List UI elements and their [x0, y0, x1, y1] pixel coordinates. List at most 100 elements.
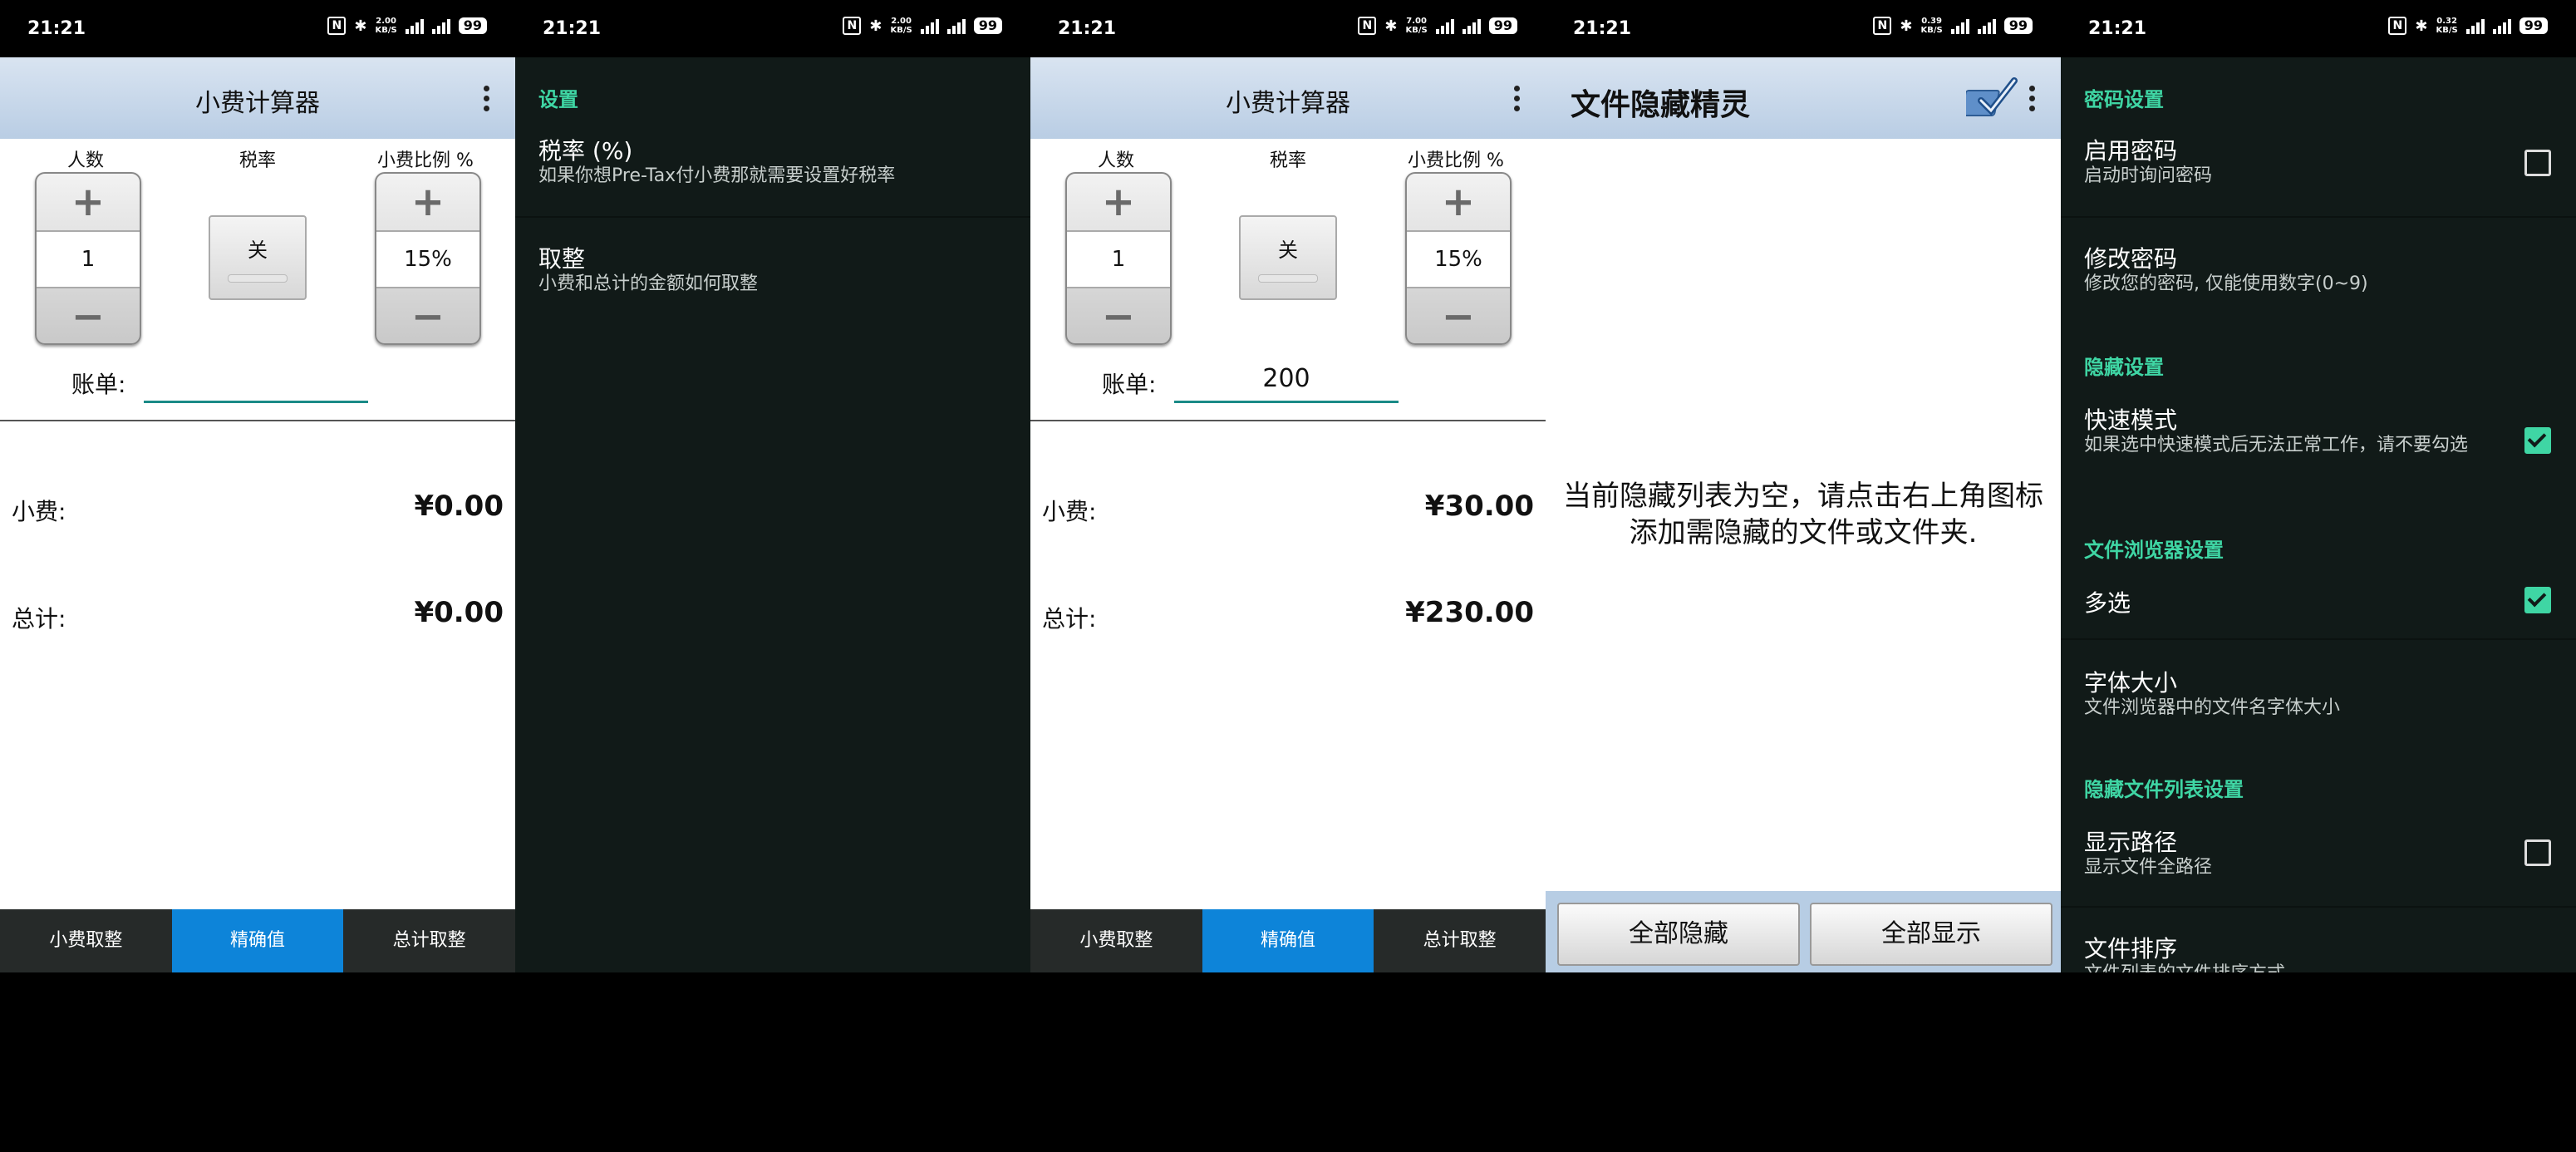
tip-percent-stepper: + 15% −	[375, 172, 481, 345]
tab-round-total[interactable]: 总计取整	[343, 909, 515, 972]
divider	[0, 420, 515, 421]
tab-exact[interactable]: 精确值	[1202, 909, 1374, 972]
nfc-icon: N	[843, 17, 862, 35]
empty-message-line-1: 当前隐藏列表为空，请点击右上角图标	[1563, 480, 2043, 513]
signal-icon-2	[2492, 17, 2511, 34]
bluetooth-icon: ✱	[1900, 17, 1913, 35]
setting-title: 修改密码	[2084, 245, 2178, 273]
section-password: 密码设置	[2084, 88, 2164, 111]
tip-label: 小费:	[1042, 498, 1097, 525]
signal-icon-2	[431, 17, 450, 34]
minus-icon[interactable]: −	[1067, 288, 1170, 345]
tax-label: 税率	[1269, 150, 1306, 171]
signal-icon	[1435, 17, 1454, 34]
tax-label: 税率	[238, 150, 276, 171]
setting-subtitle: 如果你想Pre-Tax付小费那就需要设置好税率	[538, 165, 896, 186]
setting-fast-mode[interactable]: 快速模式 如果选中快速模式后无法正常工作，请不要勾选	[2061, 402, 2576, 510]
network-speed: 0.32 KB/S	[2436, 17, 2458, 35]
tab-round-tip[interactable]: 小费取整	[1030, 909, 1202, 972]
settings-section-header: 设置	[538, 88, 578, 111]
app-bar: 小费计算器	[1030, 57, 1546, 139]
rounding-tabs: 小费取整 精确值 总计取整	[0, 909, 515, 972]
tip-calculator-screen-1: 21:21 N ✱ 2.00 KB/S 99 小费计算器 人数 税率 小费比例 …	[0, 0, 515, 972]
show-path-checkbox[interactable]	[2524, 839, 2551, 866]
setting-change-password[interactable]: 修改密码 修改您的密码, 仅能使用数字(0~9)	[2061, 241, 2576, 316]
tax-toggle[interactable]: 关	[209, 215, 307, 300]
tax-toggle-label: 关	[248, 239, 268, 262]
enable-password-checkbox[interactable]	[2524, 150, 2551, 176]
action-button-bar: 全部隐藏 全部显示	[1546, 891, 2061, 972]
overflow-menu-icon[interactable]	[2029, 86, 2036, 112]
tip-percent-value: 15%	[1407, 230, 1510, 288]
setting-multi-select[interactable]: 多选	[2061, 585, 2576, 640]
tab-round-tip[interactable]: 小费取整	[0, 909, 172, 972]
signal-icon	[920, 17, 939, 34]
plus-icon[interactable]: +	[376, 174, 479, 230]
people-label: 人数	[1097, 150, 1134, 171]
setting-show-path[interactable]: 显示路径 显示文件全路径	[2061, 825, 2576, 908]
show-all-button[interactable]: 全部显示	[1810, 903, 2052, 966]
setting-subtitle: 修改您的密码, 仅能使用数字(0~9)	[2084, 273, 2368, 294]
signal-icon	[1950, 17, 1969, 34]
setting-title: 字体大小	[2084, 669, 2178, 697]
fast-mode-checkbox[interactable]	[2524, 427, 2551, 454]
overflow-menu-icon[interactable]	[484, 86, 490, 112]
empty-list-message: 当前隐藏列表为空，请点击右上角图标 添加需隐藏的文件或文件夹.	[1546, 478, 2061, 551]
bill-input[interactable]	[144, 364, 368, 403]
battery-indicator: 99	[2519, 17, 2548, 34]
add-files-icon[interactable]	[1966, 76, 2018, 122]
plus-icon[interactable]: +	[37, 174, 140, 230]
tip-label: 小费:	[12, 498, 66, 525]
hide-all-button[interactable]: 全部隐藏	[1557, 903, 1800, 966]
network-speed: 0.39 KB/S	[1920, 17, 1943, 35]
signal-icon-2	[946, 17, 966, 34]
total-value: ¥0.00	[414, 596, 504, 629]
setting-enable-password[interactable]: 启用密码 启动时询问密码	[2061, 133, 2576, 218]
tip-value: ¥30.00	[1424, 490, 1534, 523]
plus-icon[interactable]: +	[1407, 174, 1510, 230]
status-bar: 21:21 N ✱ 2.00 KB/S 99	[0, 0, 515, 57]
rounding-tabs: 小费取整 精确值 总计取整	[1030, 909, 1546, 972]
tab-exact[interactable]: 精确值	[171, 909, 344, 972]
bluetooth-icon: ✱	[2415, 17, 2428, 35]
app-bar: 小费计算器	[0, 57, 515, 139]
setting-subtitle: 文件列表的文件排序方式	[2084, 962, 2483, 972]
tax-toggle[interactable]: 关	[1239, 215, 1337, 300]
overflow-menu-icon[interactable]	[1514, 86, 1521, 112]
multi-select-checkbox[interactable]	[2524, 587, 2551, 613]
bill-input[interactable]: 200	[1174, 364, 1399, 403]
minus-icon[interactable]: −	[1407, 288, 1510, 345]
setting-subtitle: 显示文件全路径	[2084, 857, 2213, 878]
setting-font-size[interactable]: 字体大小 文件浏览器中的文件名字体大小	[2061, 665, 2576, 740]
setting-title: 税率 (%)	[538, 137, 633, 165]
total-value: ¥230.00	[1405, 596, 1534, 629]
setting-rounding[interactable]: 取整 小费和总计的金额如何取整	[515, 241, 1030, 316]
setting-title: 显示路径	[2084, 829, 2178, 856]
plus-icon[interactable]: +	[1067, 174, 1170, 230]
setting-subtitle: 如果选中快速模式后无法正常工作，请不要勾选	[2084, 435, 2469, 455]
setting-tax-rate[interactable]: 税率 (%) 如果你想Pre-Tax付小费那就需要设置好税率	[515, 133, 1030, 218]
total-label: 总计:	[12, 605, 66, 633]
setting-subtitle: 启动时询问密码	[2084, 165, 2213, 186]
total-label: 总计:	[1042, 605, 1097, 633]
tab-round-total[interactable]: 总计取整	[1374, 909, 1546, 972]
battery-indicator: 99	[1488, 17, 1517, 34]
tip-percent-value: 15%	[376, 230, 479, 288]
bill-label: 账单:	[71, 371, 126, 398]
bluetooth-icon: ✱	[354, 17, 367, 35]
tip-calculator-screen-2: 21:21 N ✱ 7.00 KB/S 99 小费计算器 人数 税率 小费比例 …	[1030, 0, 1546, 972]
status-time: 21:21	[1058, 18, 1117, 39]
bluetooth-icon: ✱	[869, 17, 882, 35]
tip-percent-label: 小费比例 %	[1408, 150, 1504, 171]
people-stepper: + 1 −	[35, 172, 141, 345]
nfc-icon: N	[2388, 17, 2407, 35]
setting-file-sort[interactable]: 文件排序 文件列表的文件排序方式	[2061, 931, 2576, 972]
network-speed: 2.00 KB/S	[890, 17, 912, 35]
setting-subtitle: 小费和总计的金额如何取整	[538, 273, 759, 294]
minus-icon[interactable]: −	[376, 288, 479, 345]
section-file-browser: 文件浏览器设置	[2084, 539, 2224, 562]
signal-icon	[405, 17, 424, 34]
minus-icon[interactable]: −	[37, 288, 140, 345]
status-bar: 21:21 N ✱ 2.00 KB/S 99	[515, 0, 1030, 57]
people-value: 1	[37, 230, 140, 288]
